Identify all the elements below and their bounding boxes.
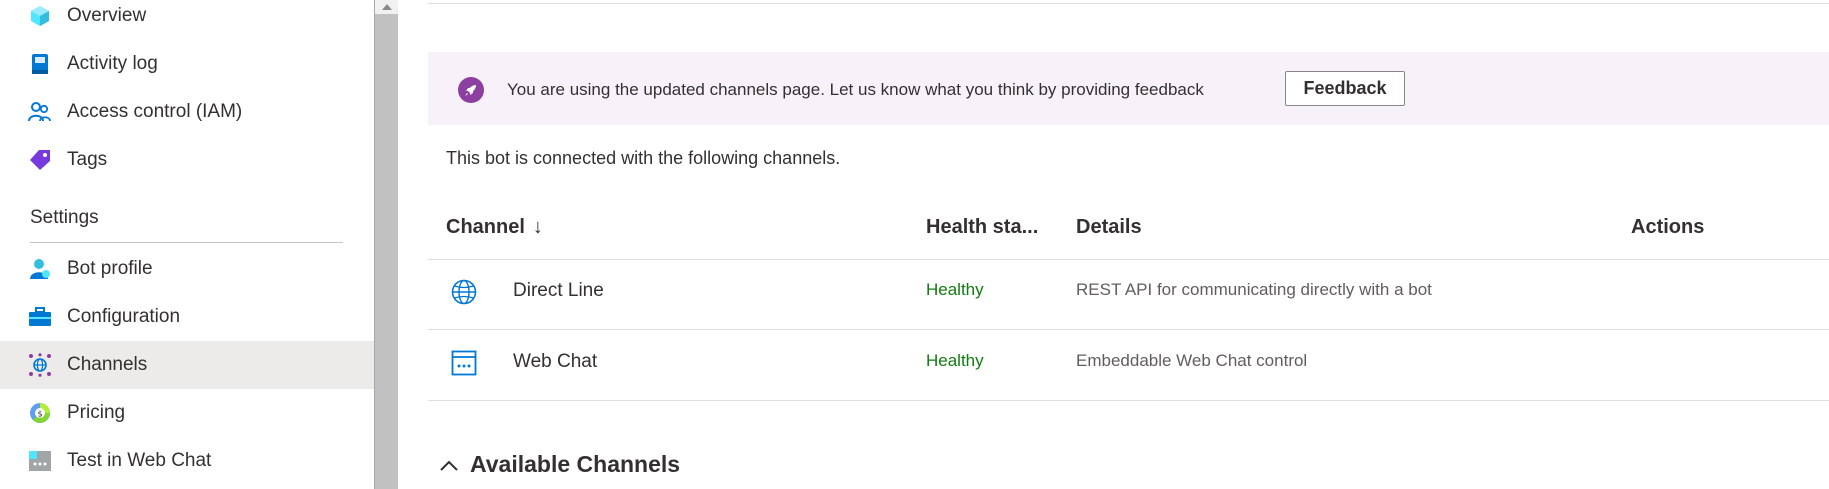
globe-icon <box>450 278 478 306</box>
svg-text:$: $ <box>37 410 42 419</box>
channel-name[interactable]: Web Chat <box>513 351 597 373</box>
tag-icon <box>28 148 52 172</box>
sidebar-item-label: Tags <box>67 149 108 170</box>
column-header-channel[interactable]: Channel ↓ <box>446 216 543 239</box>
divider <box>428 3 1829 4</box>
health-status: Healthy <box>926 280 984 299</box>
column-header-health-status[interactable]: Health sta... <box>926 216 1038 239</box>
web-chat-window-icon <box>450 349 478 377</box>
sidebar-item-label: Overview <box>67 5 147 26</box>
sidebar-item-label: Bot profile <box>67 258 153 279</box>
sidebar-item-overview[interactable]: Overview <box>0 0 374 40</box>
divider <box>428 400 1829 401</box>
sidebar-item-channels[interactable]: Channels <box>0 341 374 389</box>
sidebar-item-access-control[interactable]: Access control (IAM) <box>0 88 374 136</box>
column-header-details[interactable]: Details <box>1076 216 1142 239</box>
sidebar-item-label: Channels <box>67 354 148 375</box>
chevron-up-icon <box>438 454 460 476</box>
sidebar-item-label: Pricing <box>67 402 126 423</box>
available-channels-toggle[interactable]: Available Channels <box>438 451 680 478</box>
health-status: Healthy <box>926 351 984 370</box>
sidebar-item-activity-log[interactable]: Activity log <box>0 40 374 88</box>
divider <box>30 242 343 243</box>
channel-details: Embeddable Web Chat control <box>1076 351 1308 370</box>
available-channels-label: Available Channels <box>470 451 681 477</box>
channels-icon <box>28 353 52 377</box>
sidebar-item-test-in-web-chat[interactable]: Test in Web Chat <box>0 437 374 485</box>
cube-icon <box>28 4 52 28</box>
channel-name[interactable]: Direct Line <box>513 280 604 302</box>
divider <box>428 329 1829 330</box>
main-content: You are using the updated channels page.… <box>398 0 1829 489</box>
sidebar-item-pricing[interactable]: $ Pricing <box>0 389 374 437</box>
sidebar-item-label: Test in Web Chat <box>67 450 212 471</box>
sidebar-item-label: Activity log <box>67 53 158 74</box>
channel-details: REST API for communicating directly with… <box>1076 280 1432 299</box>
left-nav: Overview Activity log Access control (IA… <box>0 0 374 489</box>
sidebar-scrollbar[interactable] <box>374 0 398 489</box>
book-icon <box>28 52 52 76</box>
rocket-icon <box>458 77 484 103</box>
banner-message: You are using the updated channels page.… <box>507 80 1204 99</box>
sidebar-item-bot-profile[interactable]: Bot profile <box>0 245 374 293</box>
scroll-up-arrow-icon[interactable] <box>375 0 398 14</box>
sidebar-item-configuration[interactable]: Configuration <box>0 293 374 341</box>
feedback-banner: You are using the updated channels page.… <box>428 52 1829 125</box>
sidebar-item-label: Configuration <box>67 306 181 327</box>
settings-section-title: Settings <box>30 207 99 228</box>
channels-intro-text: This bot is connected with the following… <box>446 148 841 168</box>
sidebar-item-tags[interactable]: Tags <box>0 136 374 184</box>
column-header-label: Channel <box>446 216 525 238</box>
sort-descending-icon: ↓ <box>532 216 543 238</box>
coin-icon: $ <box>28 401 52 425</box>
toolbox-icon <box>28 305 52 329</box>
feedback-button[interactable]: Feedback <box>1285 71 1405 106</box>
people-icon <box>28 100 52 124</box>
person-icon <box>28 257 52 281</box>
column-header-actions: Actions <box>1631 216 1705 238</box>
sidebar-item-label: Access control (IAM) <box>67 101 243 122</box>
web-chat-icon <box>28 449 52 473</box>
divider <box>428 259 1829 260</box>
